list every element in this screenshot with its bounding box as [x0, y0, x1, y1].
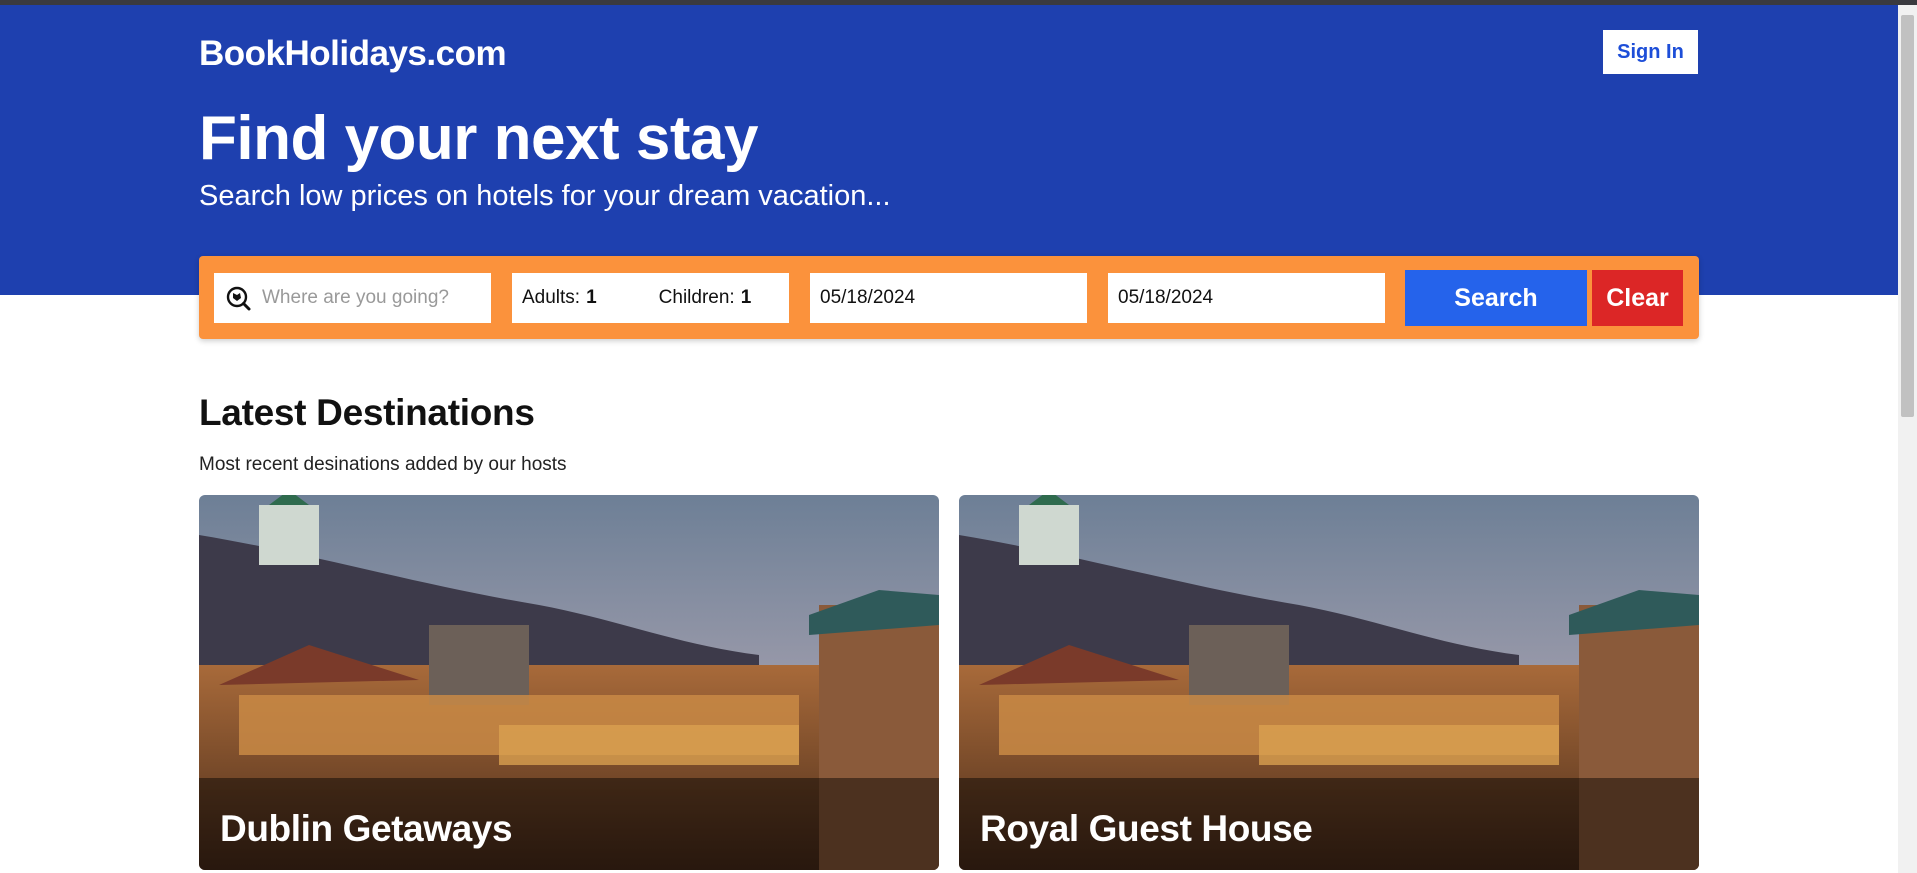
children-value[interactable]: 1: [741, 287, 752, 309]
search-button[interactable]: Search: [1405, 270, 1587, 326]
scrollbar-thumb[interactable]: [1901, 15, 1914, 417]
destination-card[interactable]: Royal Guest House: [959, 495, 1699, 870]
search-bar: Where are you going? Adults: 1 Children:…: [199, 256, 1699, 339]
adults-label: Adults:: [522, 287, 581, 308]
children-label: Children:: [658, 287, 735, 308]
site-logo[interactable]: BookHolidays.com: [199, 34, 507, 74]
map-search-icon: [224, 284, 252, 312]
destination-input[interactable]: Where are you going?: [214, 273, 491, 323]
clear-button[interactable]: Clear: [1592, 270, 1683, 326]
hero-title: Find your next stay: [199, 104, 758, 173]
guests-field[interactable]: Adults: 1 Children: 1: [512, 273, 789, 323]
destination-placeholder: Where are you going?: [262, 287, 449, 308]
adults-value[interactable]: 1: [586, 287, 597, 309]
latest-destinations-title: Latest Destinations: [199, 392, 535, 433]
page-scrollbar[interactable]: [1898, 5, 1917, 873]
check-out-date-input[interactable]: 05/18/2024: [1108, 273, 1385, 323]
sign-in-button[interactable]: Sign In: [1603, 30, 1698, 74]
destination-card-title: Dublin Getaways: [220, 808, 513, 849]
latest-destinations-subtitle: Most recent desinations added by our hos…: [199, 454, 567, 475]
hero-subtitle: Search low prices on hotels for your dre…: [199, 180, 891, 212]
destination-card-title: Royal Guest House: [980, 808, 1313, 849]
check-in-date-input[interactable]: 05/18/2024: [810, 273, 1087, 323]
destination-card[interactable]: Dublin Getaways: [199, 495, 939, 870]
